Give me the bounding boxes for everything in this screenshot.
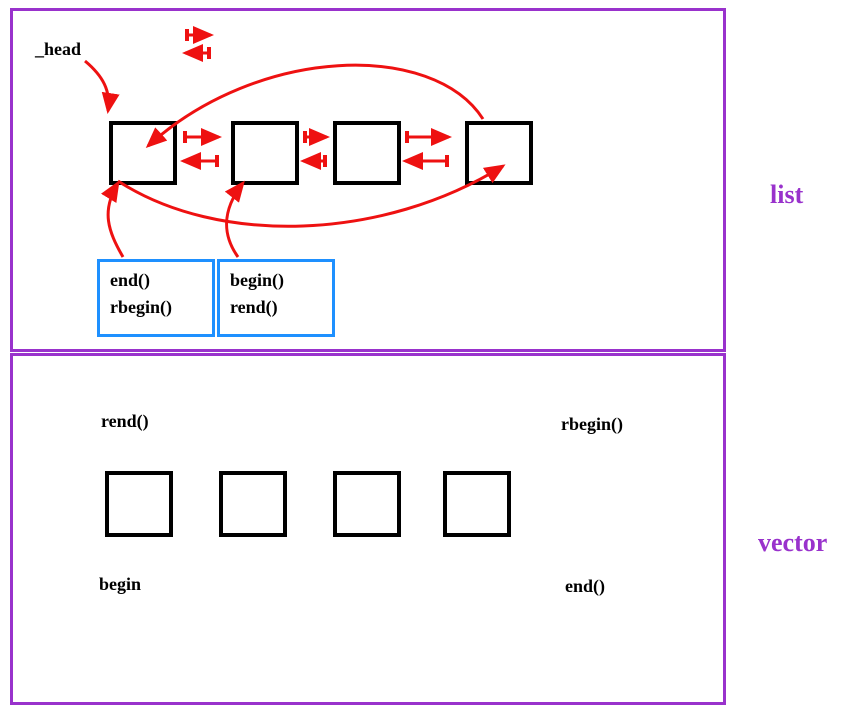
iterator-box-begin-rend: begin() rend()	[217, 259, 335, 337]
list-title: list	[770, 180, 803, 210]
list-node	[109, 121, 177, 185]
vector-panel: rend() rbegin() begin end()	[10, 353, 726, 705]
arrow-pair-23	[303, 131, 327, 167]
head-label: _head	[35, 39, 81, 60]
begin-pointer-arrow	[227, 183, 243, 257]
vector-cell	[219, 471, 287, 537]
vector-cell	[443, 471, 511, 537]
rend-label: rend()	[230, 297, 322, 318]
list-node	[465, 121, 533, 185]
arrow-pair-top	[185, 29, 211, 59]
iterator-box-end-rbegin: end() rbegin()	[97, 259, 215, 337]
begin-label: begin()	[230, 270, 322, 291]
rend-label: rend()	[101, 411, 149, 432]
vector-cell	[105, 471, 173, 537]
arrow-pair-34	[405, 131, 449, 167]
end-pointer-arrow	[108, 183, 123, 257]
begin-label: begin	[99, 574, 141, 595]
arrow-pair-12	[183, 131, 219, 167]
list-node	[333, 121, 401, 185]
rbegin-label: rbegin()	[561, 414, 623, 435]
end-label: end()	[565, 576, 605, 597]
end-label: end()	[110, 270, 202, 291]
list-panel: _head end() rbegin() begin() rend()	[10, 8, 726, 352]
circular-arc-top	[148, 65, 483, 146]
diagram-root: _head end() rbegin() begin() rend()	[0, 0, 863, 726]
vector-title: vector	[758, 528, 827, 558]
list-node	[231, 121, 299, 185]
rbegin-label: rbegin()	[110, 297, 202, 318]
vector-cell	[333, 471, 401, 537]
